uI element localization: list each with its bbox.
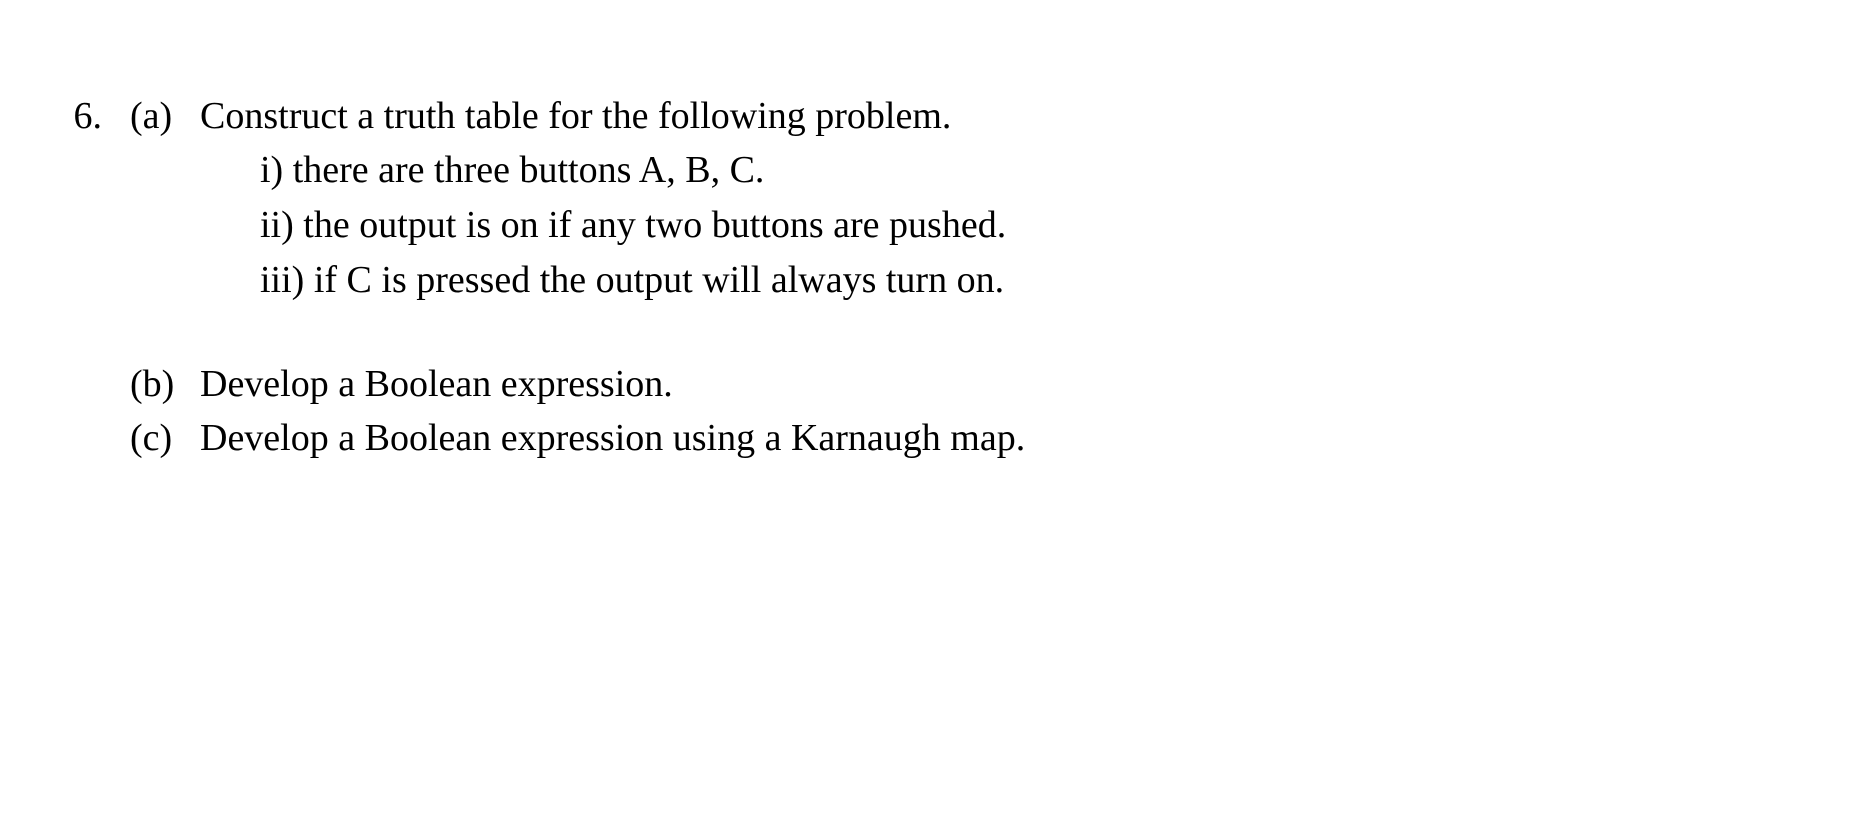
sub-item-iii-label: iii): [260, 259, 304, 301]
part-b-text: Develop a Boolean expression.: [200, 358, 673, 411]
problem-number: 6.: [60, 90, 130, 143]
sub-item-ii: ii) the output is on if any two buttons …: [260, 198, 1814, 253]
sub-item-ii-label: ii): [260, 204, 294, 246]
part-a: (a) Construct a truth table for the foll…: [130, 90, 1814, 308]
part-a-sub-items: i) there are three buttons A, B, C. ii) …: [200, 143, 1814, 308]
part-a-prompt: Construct a truth table for the followin…: [200, 90, 1814, 143]
part-a-content: Construct a truth table for the followin…: [200, 90, 1814, 308]
part-c-label: (c): [130, 412, 200, 465]
problem-body: (a) Construct a truth table for the foll…: [130, 90, 1814, 465]
problem-container: 6. (a) Construct a truth table for the f…: [60, 90, 1814, 465]
part-a-label: (a): [130, 90, 200, 143]
sub-item-iii-text: if C is pressed the output will always t…: [314, 259, 1004, 301]
sub-item-i-text: there are three buttons A, B, C.: [293, 149, 765, 191]
part-b-label: (b): [130, 358, 200, 411]
part-b: (b) Develop a Boolean expression.: [130, 358, 1814, 411]
sub-item-i-label: i): [260, 149, 283, 191]
part-c: (c) Develop a Boolean expression using a…: [130, 412, 1814, 465]
part-c-text: Develop a Boolean expression using a Kar…: [200, 412, 1025, 465]
sub-item-i: i) there are three buttons A, B, C.: [260, 143, 1814, 198]
sub-item-ii-text: the output is on if any two buttons are …: [303, 204, 1006, 246]
sub-item-iii: iii) if C is pressed the output will alw…: [260, 253, 1814, 308]
